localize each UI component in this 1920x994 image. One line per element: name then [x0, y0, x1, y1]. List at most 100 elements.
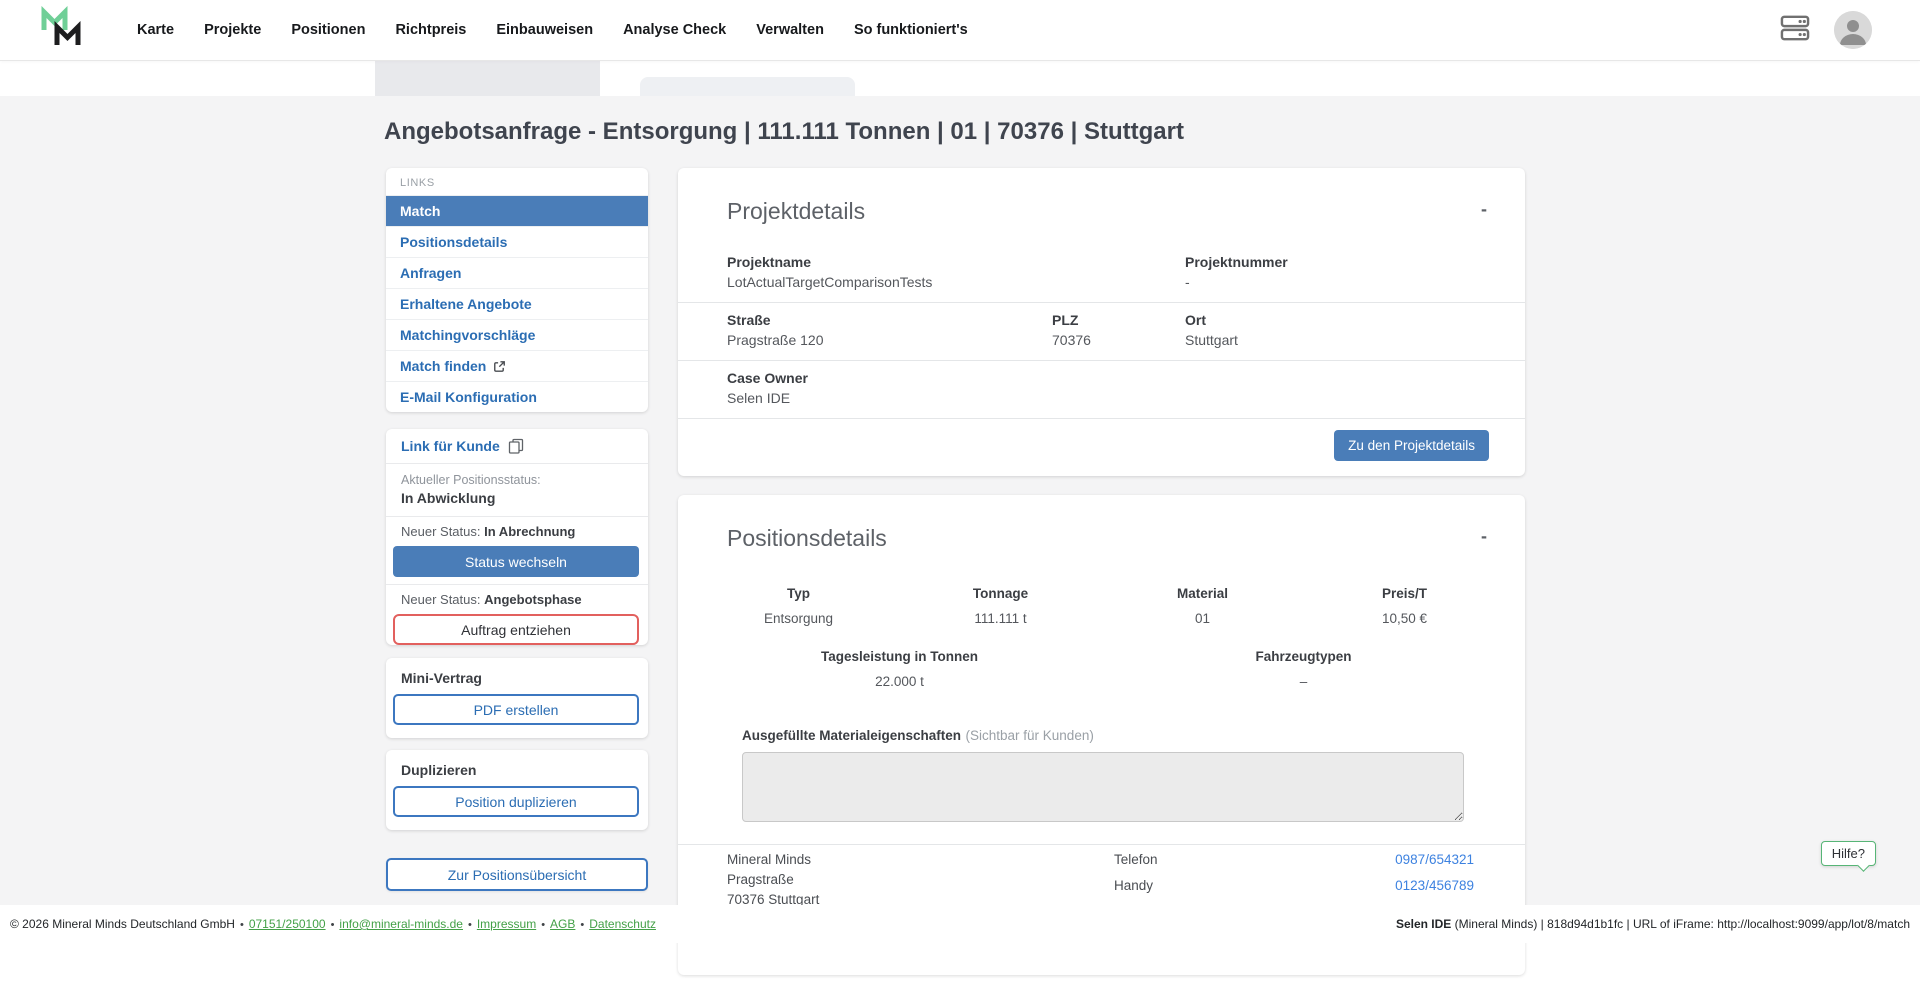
- mineral-minds-logo[interactable]: [40, 6, 84, 55]
- phone-link[interactable]: 0987/654321: [1395, 853, 1474, 867]
- copy-icon[interactable]: [508, 438, 524, 454]
- sidebar-link-label: E-Mail Konfiguration: [400, 389, 537, 405]
- footer-link[interactable]: 07151/250100: [249, 917, 326, 931]
- position-details-header: Positionsdetails -: [678, 495, 1525, 572]
- nav-item[interactable]: Einbauweisen: [481, 0, 608, 60]
- stat-label: Preis/T: [1304, 586, 1506, 601]
- footer: © 2026 Mineral Minds Deutschland GmbH 07…: [0, 905, 1920, 943]
- project-field: Projektname LotActualTargetComparisonTes…: [727, 254, 1052, 290]
- sidebar-link-label: Anfragen: [400, 265, 461, 281]
- nav-item[interactable]: Karte: [122, 0, 189, 60]
- nav-item[interactable]: Positionen: [276, 0, 380, 60]
- sidebar-link[interactable]: Match finden: [386, 350, 648, 381]
- footer-links: 07151/250100 info@mineral-minds.de Impress…: [235, 917, 656, 931]
- server-icon[interactable]: [1780, 14, 1810, 47]
- customer-link-row: Link für Kunde: [386, 429, 648, 464]
- customer-link[interactable]: Link für Kunde: [401, 438, 500, 454]
- nav-item[interactable]: So funktioniert's: [839, 0, 983, 60]
- field-label: Case Owner: [727, 370, 1052, 386]
- field-value: Selen IDE: [727, 390, 1052, 406]
- duplicate-position-button[interactable]: Position duplizieren: [393, 786, 639, 817]
- stat-label: Fahrzeugtypen: [1102, 649, 1506, 664]
- session-details: (Mineral Minds) | 818d94d1b1fc | URL of …: [1451, 917, 1910, 931]
- sidebar-link[interactable]: E-Mail Konfiguration: [386, 381, 648, 412]
- contact-numbers: Telefon 0987/654321 Handy 0123/456789: [1114, 853, 1474, 913]
- page-title: Angebotsanfrage - Entsorgung | 111.111 T…: [384, 118, 1184, 146]
- sidebar-link[interactable]: Erhaltene Angebote: [386, 288, 648, 319]
- footer-link-item: AGB: [536, 917, 575, 931]
- project-row: Projektname LotActualTargetComparisonTes…: [678, 245, 1525, 303]
- sidebar: LINKS Match Positionsdetails Anfragen: [386, 168, 648, 891]
- field-value: Pragstraße 120: [727, 332, 1052, 348]
- footer-link-item: info@mineral-minds.de: [326, 917, 463, 931]
- sidebar-link-label: Erhaltene Angebote: [400, 296, 532, 312]
- next-status-value: In Abrechnung: [484, 524, 575, 539]
- change-status-button[interactable]: Status wechseln: [393, 546, 639, 577]
- go-to-project-details-button[interactable]: Zu den Projektdetails: [1334, 430, 1489, 461]
- sidebar-link-label: Match finden: [400, 358, 486, 374]
- stat-field: Tagesleistung in Tonnen 22.000 t: [698, 649, 1102, 689]
- scrolled-content-block: [640, 77, 855, 96]
- sidebar-link-label: Matchingvorschläge: [400, 327, 535, 343]
- field-label: Straße: [727, 312, 1052, 328]
- footer-link[interactable]: info@mineral-minds.de: [339, 917, 463, 931]
- stat-value: 22.000 t: [698, 674, 1102, 689]
- next-status-value: Angebotsphase: [484, 592, 582, 607]
- position-stats-row-1: Typ Entsorgung Tonnage 111.111 t Materia…: [698, 586, 1506, 626]
- nav-item[interactable]: Projekte: [189, 0, 276, 60]
- duplicate-card: Duplizieren Position duplizieren: [386, 750, 648, 830]
- external-link-icon: [493, 360, 506, 373]
- links-card: LINKS Match Positionsdetails Anfragen: [386, 168, 648, 412]
- project-details-card: Projektdetails - Projektname LotActualTa…: [678, 168, 1525, 476]
- footer-left: © 2026 Mineral Minds Deutschland GmbH 07…: [10, 917, 656, 931]
- mobile-link[interactable]: 0123/456789: [1395, 879, 1474, 893]
- material-properties-section: Ausgefüllte Materialeigenschaften (Sicht…: [742, 727, 1476, 822]
- session-info: Selen IDE (Mineral Minds) | 818d94d1b1fc…: [1396, 917, 1910, 931]
- sidebar-link[interactable]: Matchingvorschläge: [386, 319, 648, 350]
- nav-item[interactable]: Verwalten: [741, 0, 839, 60]
- collapse-icon[interactable]: -: [1481, 531, 1487, 541]
- phone-label: Telefon: [1114, 853, 1158, 867]
- sidebar-link-label: Positionsdetails: [400, 234, 507, 250]
- stat-value: 111.111 t: [900, 611, 1102, 626]
- footer-link[interactable]: AGB: [550, 917, 575, 931]
- nav-item[interactable]: Analyse Check: [608, 0, 741, 60]
- create-pdf-button[interactable]: PDF erstellen: [393, 694, 639, 725]
- contact-row: Handy 0123/456789: [1114, 879, 1474, 893]
- mini-contract-title: Mini-Vertrag: [386, 658, 648, 694]
- stat-label: Typ: [698, 586, 900, 601]
- position-stats-row-2: Tagesleistung in Tonnen 22.000 t Fahrzeu…: [698, 649, 1506, 689]
- help-bubble[interactable]: Hilfe?: [1821, 841, 1876, 866]
- field-value: LotActualTargetComparisonTests: [727, 274, 1052, 290]
- footer-link[interactable]: Datenschutz: [589, 917, 656, 931]
- project-field: Case Owner Selen IDE: [727, 370, 1052, 406]
- next-status-label: Neuer Status:: [401, 524, 481, 539]
- stat-value: 01: [1102, 611, 1304, 626]
- session-user: Selen IDE: [1396, 917, 1451, 931]
- field-value: 70376: [1052, 332, 1185, 348]
- stat-label: Tonnage: [900, 586, 1102, 601]
- sidebar-link[interactable]: Match: [386, 195, 648, 226]
- footer-link[interactable]: Impressum: [477, 917, 536, 931]
- copyright-text: © 2026 Mineral Minds Deutschland GmbH: [10, 917, 235, 931]
- field-label: Ort: [1185, 312, 1489, 328]
- sidebar-link[interactable]: Anfragen: [386, 257, 648, 288]
- project-details-header: Projektdetails -: [678, 168, 1525, 245]
- stat-field: Preis/T 10,50 €: [1304, 586, 1506, 626]
- withdraw-order-button[interactable]: Auftrag entziehen: [393, 614, 639, 645]
- collapse-icon[interactable]: -: [1481, 204, 1487, 214]
- duplicate-title: Duplizieren: [386, 750, 648, 786]
- current-status-value: In Abwicklung: [401, 490, 633, 507]
- mobile-label: Handy: [1114, 879, 1153, 893]
- user-avatar-icon[interactable]: [1834, 11, 1872, 49]
- project-field: Projektnummer -: [1185, 254, 1489, 290]
- navbar-right: [1780, 11, 1872, 49]
- position-overview-button[interactable]: Zur Positionsübersicht: [386, 858, 648, 891]
- material-properties-textarea[interactable]: [742, 752, 1464, 822]
- sidebar-link[interactable]: Positionsdetails: [386, 226, 648, 257]
- main-nav: KarteProjektePositionenRichtpreisEinbauw…: [122, 0, 983, 60]
- main-content: Projektdetails - Projektname LotActualTa…: [678, 168, 1525, 994]
- nav-item[interactable]: Richtpreis: [380, 0, 481, 60]
- next-status-label: Neuer Status:: [401, 592, 481, 607]
- project-field: PLZ 70376: [1052, 312, 1185, 348]
